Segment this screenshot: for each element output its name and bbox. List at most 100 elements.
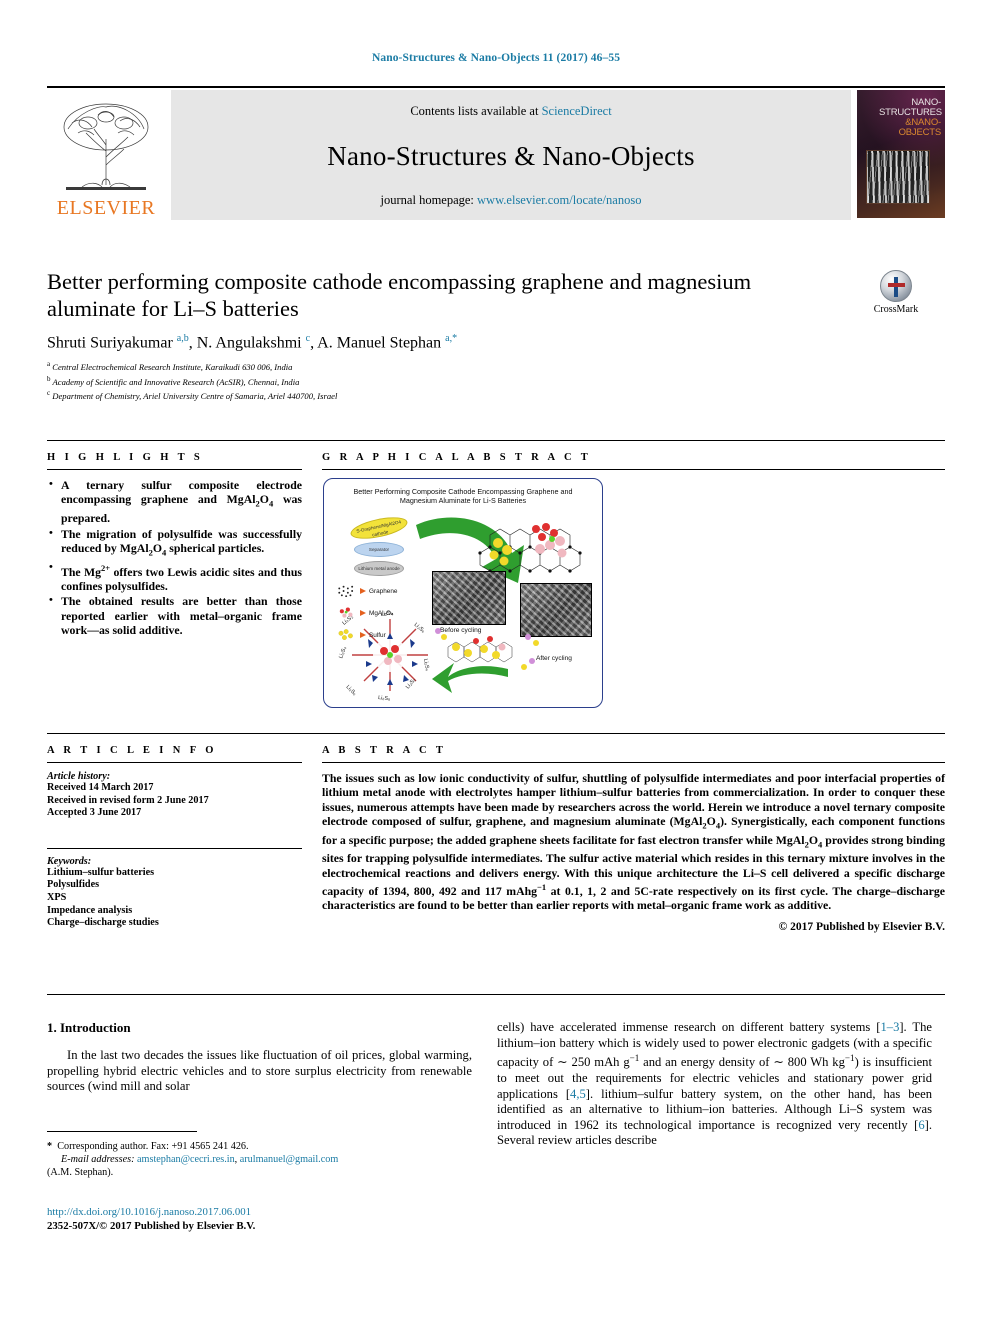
svg-text:Li₂S₄: Li₂S₄: [422, 658, 430, 671]
footnote-block: * Corresponding author. Fax: +91 4565 24…: [47, 1140, 472, 1179]
keyword-item: Charge–discharge studies: [47, 917, 159, 929]
ga-legend-sulfur: Sulfur: [336, 629, 386, 641]
affiliation-marker-b: b: [47, 374, 51, 383]
ga-legend-label-graphene: Graphene: [369, 587, 398, 595]
paper-page: Nano-Structures & Nano-Objects 11 (2017)…: [0, 0, 992, 1323]
affiliation-text-a: Central Electrochemical Research Institu…: [52, 362, 293, 373]
ga-pill-cathode: S-Graphene/MgAl2O4 cathode: [348, 513, 410, 543]
keyword-item: Polysulfides: [47, 879, 100, 891]
affiliation-b: b Academy of Scientific and Innovative R…: [47, 374, 837, 388]
history-accepted: Accepted 3 June 2017: [47, 807, 142, 819]
journal-title: Nano-Structures & Nano-Objects: [327, 140, 695, 171]
graphical-abstract-figure: Better Performing Composite Cathode Enco…: [323, 478, 603, 708]
affiliation-text-b: Academy of Scientific and Innovative Res…: [52, 376, 300, 387]
crossmark-badge-group[interactable]: CrossMark: [846, 270, 946, 315]
doi-link[interactable]: http://dx.doi.org/10.1016/j.nanoso.2017.…: [47, 1206, 251, 1218]
history-received: Received 14 March 2017: [47, 782, 154, 793]
article-history-label: Article history:: [47, 771, 111, 782]
list-item: The obtained results are better than tho…: [49, 593, 302, 637]
legend-arrow-icon: [360, 588, 366, 594]
list-item: A ternary sulfur composite electrode enc…: [49, 477, 302, 526]
info-area-top-rule: [47, 733, 945, 734]
composite-cluster-after-icon: [435, 628, 539, 670]
list-item: The Mg2+ offers two Lewis acidic sites a…: [49, 560, 302, 594]
svg-text:Li₂S₄: Li₂S₄: [338, 646, 348, 659]
abstract-section: A B S T R A C T The issues such as low i…: [322, 745, 945, 933]
cover-line-4: OBJECTS: [898, 127, 942, 138]
article-info-heading: A R T I C L E I N F O: [47, 745, 217, 756]
elsevier-logo: ELSEVIER: [47, 90, 165, 220]
introduction-heading: 1. Introduction: [47, 1020, 131, 1035]
mgal2o4-cluster-icon: [339, 607, 353, 618]
title-block: Better performing composite cathode enco…: [47, 268, 837, 403]
highlights-list: A ternary sulfur composite electrode enc…: [47, 477, 302, 638]
keywords-rule: [47, 847, 302, 849]
ga-pill-anode: Lithium metal anode: [354, 561, 404, 576]
homepage-line: journal homepage: www.elsevier.com/locat…: [381, 193, 642, 208]
affiliation-marker-a: a: [47, 360, 51, 369]
body-top-rule: [47, 994, 945, 995]
legend-arrow-icon: [360, 632, 366, 638]
doi-block: http://dx.doi.org/10.1016/j.nanoso.2017.…: [47, 1205, 472, 1233]
graphene-lattice-icon: [338, 585, 354, 597]
crossmark-icon[interactable]: [880, 270, 912, 302]
introduction-paragraph-left: In the last two decades the issues like …: [47, 1048, 472, 1094]
highlights-section: H I G H L I G H T S A ternary sulfur com…: [47, 452, 302, 639]
elsevier-tree-icon: [63, 103, 149, 190]
ga-legend-graphene: Graphene: [336, 585, 397, 597]
contents-prefix: Contents lists available at: [410, 104, 542, 118]
crossmark-label: CrossMark: [873, 304, 919, 315]
ga-legend-mgal2o4: MgAl₂O₄: [336, 607, 394, 619]
article-info-section: A R T I C L E I N F O Article history: R…: [47, 745, 302, 930]
ga-legend-label-mgal2o4: MgAl₂O₄: [369, 609, 394, 617]
highlights-heading: H I G H L I G H T S: [47, 452, 204, 463]
author-list: Shruti Suriyakumar a,b, N. Angulakshmi c…: [47, 333, 458, 352]
keyword-item: Impedance analysis: [47, 904, 133, 916]
ga-pill-separator: Separator: [354, 542, 404, 557]
affiliation-a: a Central Electrochemical Research Insti…: [47, 359, 837, 373]
abstract-copyright: © 2017 Published by Elsevier B.V.: [778, 921, 945, 934]
article-info-rule: [47, 762, 302, 763]
highlights-rule: [47, 469, 302, 470]
introduction-paragraph-right: cells) have accelerated immense research…: [497, 1020, 933, 1148]
footnote-rule: [47, 1131, 197, 1132]
affiliation-marker-c: c: [47, 389, 51, 398]
keyword-item: XPS: [47, 891, 67, 903]
abstract-heading: A B S T R A C T: [322, 745, 447, 756]
corresponding-author-note: * Corresponding author. Fax: +91 4565 24…: [47, 1141, 249, 1152]
svg-text:Li₂S₈: Li₂S₈: [378, 695, 391, 701]
affiliation-text-c: Department of Chemistry, Ariel Universit…: [52, 391, 338, 402]
graphical-abstract-heading: G R A P H I C A L A B S T R A C T: [322, 452, 592, 463]
affiliation-list: a Central Electrochemical Research Insti…: [47, 359, 837, 402]
journal-homepage-link[interactable]: www.elsevier.com/locate/nanoso: [477, 193, 641, 207]
svg-text:Li₂S₆: Li₂S₆: [345, 684, 358, 697]
history-revised: Received in revised form 2 June 2017: [47, 794, 209, 806]
graphical-abstract-rule: [322, 469, 945, 470]
journal-cover-thumbnail: NANO- STRUCTURES &NANO- OBJECTS: [857, 90, 945, 218]
polysulfide-radial-diagram-icon: Li₂S₈ Li₂S₆ Li₂S₄ Li₂S₂ Li₂S₈ Li₂S₆ Li₂S…: [338, 610, 430, 701]
masthead-center: Contents lists available at ScienceDirec…: [171, 90, 851, 220]
contents-line: Contents lists available at ScienceDirec…: [410, 104, 611, 119]
email-addresses-note[interactable]: E-mail addresses: amstephan@cecri.res.in…: [47, 1153, 472, 1166]
keyword-item: Lithium–sulfur batteries: [47, 866, 155, 878]
email-owner-note: (A.M. Stephan).: [47, 1167, 114, 1178]
sem-image-before-cycling: [432, 571, 506, 625]
list-item: The migration of polysulfide was success…: [49, 526, 302, 560]
cover-micrograph-image: [866, 150, 930, 204]
sulfur-cluster-icon: [338, 629, 353, 640]
running-head: Nano-Structures & Nano-Objects 11 (2017)…: [371, 52, 621, 64]
issn-copyright-line: 2352-507X/© 2017 Published by Elsevier B…: [47, 1220, 256, 1232]
legend-arrow-icon: [360, 610, 366, 616]
abstract-area-top-rule: [47, 440, 945, 441]
page-title: Better performing composite cathode enco…: [47, 269, 752, 321]
keywords-label: Keywords:: [47, 855, 92, 867]
body-column-right: cells) have accelerated immense research…: [497, 1020, 932, 1149]
sciencedirect-link[interactable]: ScienceDirect: [542, 104, 612, 118]
abstract-text: The issues such as low ionic conductivit…: [322, 771, 945, 913]
abstract-rule: [322, 762, 945, 763]
graphical-abstract-section: G R A P H I C A L A B S T R A C T Better…: [322, 452, 945, 708]
homepage-prefix: journal homepage:: [380, 193, 478, 207]
elsevier-wordmark: ELSEVIER: [56, 197, 156, 219]
body-column-left: 1. Introduction In the last two decades …: [47, 1020, 472, 1095]
ga-legend-label-sulfur: Sulfur: [369, 631, 386, 639]
